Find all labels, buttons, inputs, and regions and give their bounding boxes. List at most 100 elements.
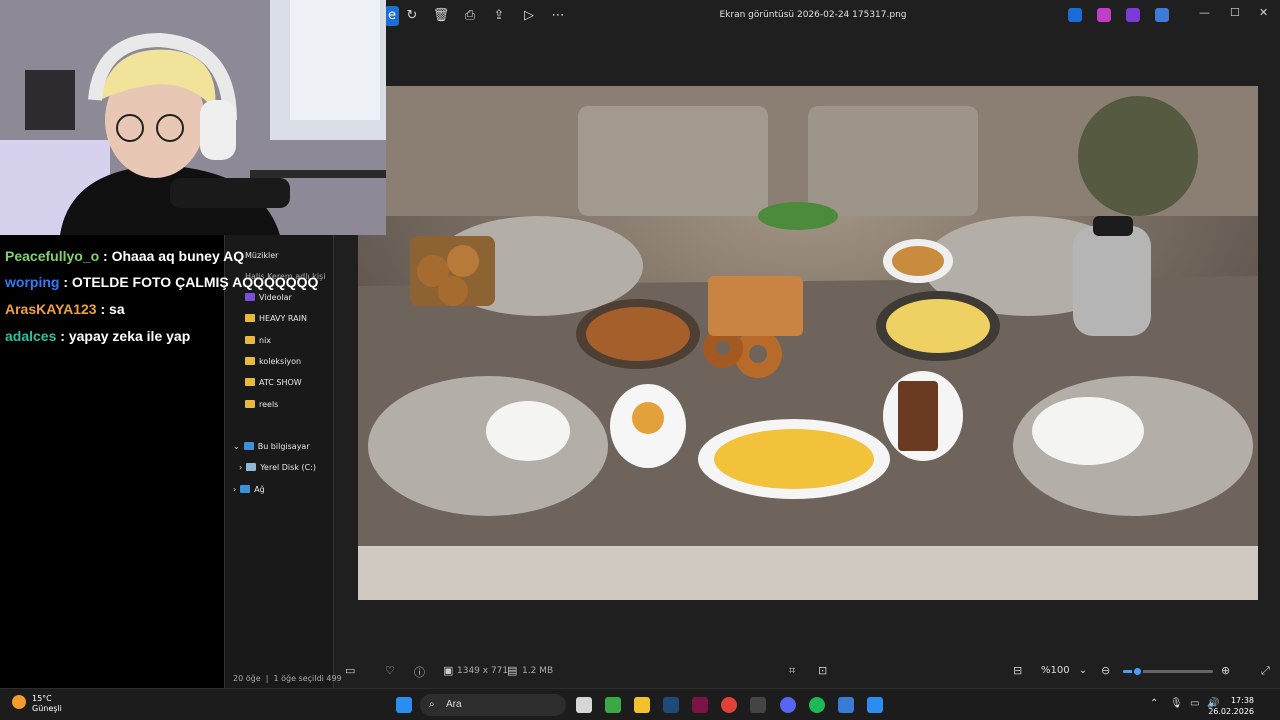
nav-item-label: Bu bilgisayar	[257, 441, 310, 451]
stream-chat: Peacefullyo_o : Ohaaa aq buney AQ worpin…	[0, 232, 318, 688]
file-explorer-icon[interactable]	[634, 697, 650, 713]
chat-username: adalces	[5, 328, 57, 344]
info-icon[interactable]: ⓘ	[414, 664, 425, 680]
battlenet-icon[interactable]	[838, 697, 854, 713]
photos-window: e ↻ 🗑 ⎙ ⇪ ▷ ⋯ Ekran görüntüsü 2026-02-24…	[333, 0, 1280, 688]
photos-statusbar: ▭ ♡ ⓘ ▣ 1349 x 771 ▤ 1.2 MB ⌗ ⊡ ⊟ %100 ⌄…	[333, 656, 1280, 686]
zoom-slider-thumb[interactable]	[1131, 666, 1143, 677]
network-icon	[240, 485, 251, 493]
food-photo	[358, 86, 1258, 600]
nav-item-label: Müzikler	[245, 250, 279, 260]
nav-item-folder[interactable]: reels	[245, 397, 278, 411]
print-icon[interactable]: ⎙	[459, 6, 481, 26]
streamer-webcam	[0, 0, 386, 235]
file-size: 1.2 MB	[522, 666, 554, 676]
folder-icon	[245, 336, 255, 344]
chrome-icon[interactable]	[721, 697, 737, 713]
chat-text: sa	[109, 301, 125, 317]
weather-widget[interactable]: 15°C Güneşli	[32, 694, 62, 714]
photos-app-icon[interactable]	[867, 697, 883, 713]
nav-item-folder[interactable]: nix	[245, 333, 271, 347]
steam-icon[interactable]	[663, 697, 679, 713]
delete-icon[interactable]: 🗑	[430, 6, 452, 26]
photos-title: Ekran görüntüsü 2026-02-24 175317.png	[719, 10, 907, 20]
nav-item-label: Videolar	[259, 292, 292, 302]
minecraft-icon[interactable]	[605, 697, 621, 713]
tray-chevron-up-icon[interactable]: ⌃	[1150, 698, 1158, 709]
chevron-down-icon: ⌄	[233, 441, 240, 451]
favorite-icon[interactable]: ♡	[385, 664, 395, 677]
more-icon[interactable]: ⋯	[547, 6, 569, 26]
chat-username: Peacefullyo_o	[5, 248, 100, 264]
rotate-icon[interactable]: ↻	[401, 6, 423, 26]
temperature: 15°C	[32, 694, 52, 703]
fullscreen-icon[interactable]: ⤢	[1261, 664, 1270, 678]
file-explorer-pane: Müzikler Halis Kerem adlı kişi Videolar …	[224, 232, 342, 688]
search-icon: ⌕	[429, 699, 435, 710]
crop-icon[interactable]: ⌗	[789, 664, 795, 678]
nav-item-drive[interactable]: › Yerel Disk (C:)	[239, 460, 316, 474]
visual-search-icon[interactable]: ⊡	[818, 664, 827, 677]
network-status-icon[interactable]: ▭	[1190, 698, 1199, 709]
taskbar: 15°C Güneşli ⌕ Ara ⌃ 🎙 ▭ 🔊 17:38 26.02.2026	[0, 688, 1280, 720]
nav-item-music[interactable]: Müzikler	[245, 248, 278, 262]
paint-icon[interactable]	[1126, 8, 1140, 22]
vegas-icon[interactable]	[692, 697, 708, 713]
nav-item-label: Ağ	[254, 484, 265, 494]
clock-date: 26.02.2026	[1208, 707, 1254, 716]
chevron-right-icon: ›	[239, 462, 243, 472]
folder-icon	[245, 314, 255, 322]
selected-count: 1 öğe seçildi 499	[273, 674, 342, 683]
onedrive-icon[interactable]	[1155, 8, 1169, 22]
filmstrip-icon[interactable]: ▭	[345, 664, 355, 677]
chevron-right-icon: ›	[233, 484, 237, 494]
zoom-select[interactable]: %100 ⌄	[1035, 661, 1093, 681]
obs-icon[interactable]	[750, 697, 766, 713]
nav-item-videos[interactable]: Videolar	[245, 290, 292, 304]
nav-item-folder[interactable]: koleksiyon	[245, 354, 301, 368]
nav-item-network[interactable]: › Ağ	[233, 482, 265, 496]
zoom-out-icon[interactable]: ⊖	[1101, 664, 1110, 677]
clipchamp-icon[interactable]	[1097, 8, 1111, 22]
minimize-icon[interactable]: —	[1199, 6, 1210, 19]
zoom-in-icon[interactable]: ⊕	[1221, 664, 1230, 677]
nav-item-folder[interactable]: ATC SHOW	[245, 375, 302, 389]
zoom-value: %100	[1041, 665, 1070, 676]
nav-item-label: koleksiyon	[259, 356, 302, 366]
file-size-icon: ▤	[507, 664, 518, 677]
zoom-slider[interactable]	[1123, 666, 1213, 677]
task-view-icon[interactable]	[576, 697, 592, 713]
close-icon[interactable]: ✕	[1259, 6, 1268, 19]
folder-icon	[245, 357, 255, 365]
image-size-icon: ▣	[443, 664, 454, 677]
spotify-icon[interactable]	[809, 697, 825, 713]
taskbar-clock[interactable]: 17:38 26.02.2026	[1208, 695, 1254, 717]
nav-item-this-pc[interactable]: ⌄ Bu bilgisayar	[233, 439, 310, 453]
chat-message: worping : OTELDE FOTO ÇALMIŞ AQQQQQQQ	[5, 274, 319, 290]
chat-message: adalces : yapay zeka ile yap	[5, 328, 191, 344]
fit-window-icon[interactable]: ⊟	[1013, 664, 1022, 677]
nav-item-label: HEAVY RAIN	[259, 313, 307, 323]
chat-text: yapay zeka ile yap	[68, 328, 191, 344]
chat-username: worping	[5, 274, 60, 290]
clock-time: 17:38	[1230, 696, 1254, 705]
nav-item-label: Yerel Disk (C:)	[260, 462, 316, 472]
windows-start-icon[interactable]	[396, 697, 412, 713]
taskbar-search[interactable]: ⌕ Ara	[420, 694, 566, 716]
chat-message: ArasKAYA123 : sa	[5, 301, 125, 317]
slideshow-icon[interactable]: ▷	[518, 6, 540, 26]
nav-item-folder[interactable]: HEAVY RAIN	[245, 311, 307, 325]
nav-item-label: ATC SHOW	[259, 377, 302, 387]
maximize-icon[interactable]: ☐	[1230, 6, 1240, 19]
desktop: e ↻ 🗑 ⎙ ⇪ ▷ ⋯ Ekran görüntüsü 2026-02-24…	[0, 0, 1280, 720]
chat-text: Ohaaa aq buney AQ	[111, 248, 245, 264]
photos-toolbar: e ↻ 🗑 ⎙ ⇪ ▷ ⋯ Ekran görüntüsü 2026-02-24…	[333, 0, 1280, 32]
edit-icon[interactable]: e	[385, 6, 399, 26]
designer-icon[interactable]	[1068, 8, 1082, 22]
folder-icon	[245, 400, 255, 408]
microphone-icon[interactable]: 🎙	[1170, 698, 1183, 709]
search-placeholder: Ara	[446, 699, 462, 710]
share-icon[interactable]: ⇪	[488, 6, 510, 26]
computer-icon	[243, 442, 254, 450]
discord-icon[interactable]	[780, 697, 796, 713]
